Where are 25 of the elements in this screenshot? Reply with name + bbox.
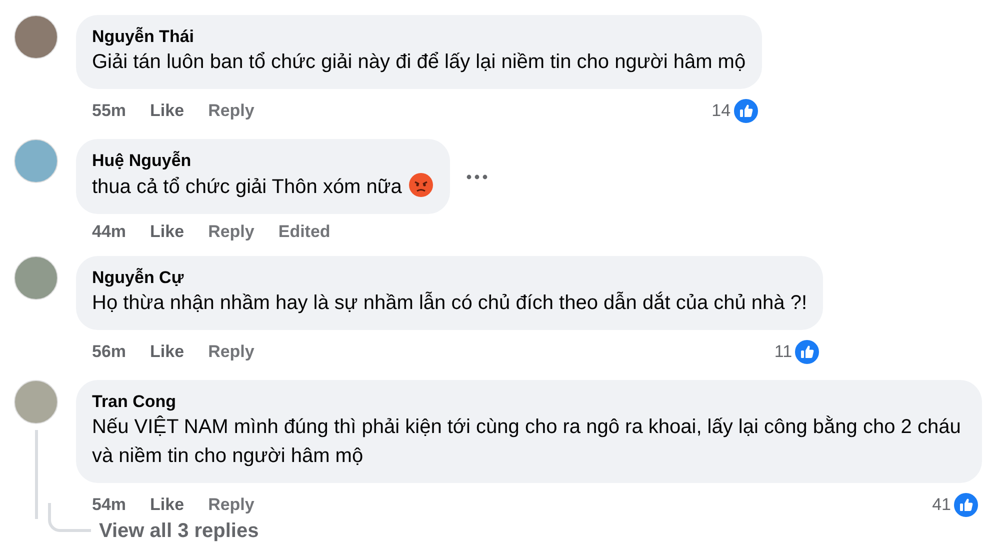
- comment-text: Giải tán luôn ban tổ chức giải này đi để lấy lại niềm tin cho người hâm mộ: [92, 50, 746, 75]
- comment-time[interactable]: 54m: [92, 495, 126, 515]
- like-link[interactable]: Like: [150, 495, 184, 515]
- reply-link[interactable]: Reply: [208, 222, 254, 242]
- like-link[interactable]: Like: [150, 342, 184, 362]
- comment-author[interactable]: Nguyễn Thái: [92, 26, 746, 48]
- comment-time[interactable]: 44m: [92, 222, 126, 242]
- comment-text: thua cả tổ chức giải Thôn xóm nữa: [92, 172, 434, 202]
- like-link[interactable]: Like: [150, 101, 184, 121]
- comment-text: Nếu VIỆT NAM mình đúng thì phải kiện tới cùng cho ra ngô ra khoai, lấy lại công bằng cho 2 cháu và niềm tin cho người hâm mộ: [92, 414, 962, 469]
- reply-link[interactable]: Reply: [208, 495, 254, 515]
- comment-time[interactable]: 56m: [92, 342, 126, 362]
- reply-link[interactable]: Reply: [208, 342, 254, 362]
- reaction-count[interactable]: 14: [712, 101, 731, 121]
- reaction-count[interactable]: 41: [932, 495, 951, 515]
- comment-text: Họ thừa nhận nhầm hay là sự nhầm lẫn có chủ đích theo dẫn dắt của chủ nhà ?!: [92, 290, 808, 316]
- comment-author[interactable]: Huệ Nguyễn: [92, 150, 434, 172]
- comment-author[interactable]: Tran Cong: [92, 391, 966, 413]
- like-link[interactable]: Like: [150, 222, 184, 242]
- reaction-count[interactable]: 11: [774, 342, 792, 362]
- view-replies-link[interactable]: View all 3 replies: [99, 519, 259, 543]
- edited-label: Edited: [278, 222, 330, 242]
- comment-time[interactable]: 55m: [92, 101, 126, 121]
- comment-author[interactable]: Nguyễn Cự: [92, 267, 808, 289]
- reply-link[interactable]: Reply: [208, 101, 254, 121]
